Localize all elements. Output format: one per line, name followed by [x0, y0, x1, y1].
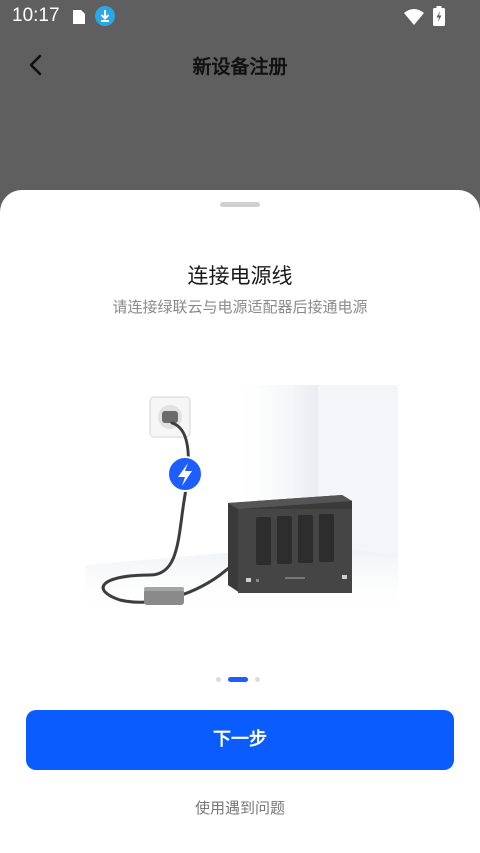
sim-card-icon — [72, 8, 86, 30]
status-bar: 10:17 — [0, 0, 480, 32]
drag-handle[interactable] — [220, 202, 260, 207]
nas-device-icon — [228, 495, 352, 593]
status-time: 10:17 — [12, 5, 60, 26]
battery-charging-icon — [433, 6, 445, 31]
nav-bar: 新设备注册 — [0, 32, 480, 94]
wifi-icon — [404, 8, 424, 30]
power-adapter-icon — [144, 587, 184, 605]
sheet-subtitle: 请连接绿联云与电源适配器后接通电源 — [112, 298, 368, 316]
power-bolt-icon — [167, 456, 203, 492]
sheet-title: 连接电源线 — [187, 264, 293, 288]
page-dot — [216, 677, 221, 682]
bottom-sheet: 连接电源线 请连接绿联云与电源适配器后接通电源 下一步 使用遇到问题 — [0, 190, 480, 853]
page-dot-active — [228, 677, 248, 682]
page-title: 新设备注册 — [192, 56, 288, 78]
help-link[interactable]: 使用遇到问题 — [0, 797, 480, 818]
next-step-button[interactable]: 下一步 — [26, 710, 454, 770]
page-dot — [255, 677, 260, 682]
download-icon — [95, 6, 115, 31]
connect-power-illustration — [80, 385, 400, 645]
page-indicator — [0, 676, 480, 684]
